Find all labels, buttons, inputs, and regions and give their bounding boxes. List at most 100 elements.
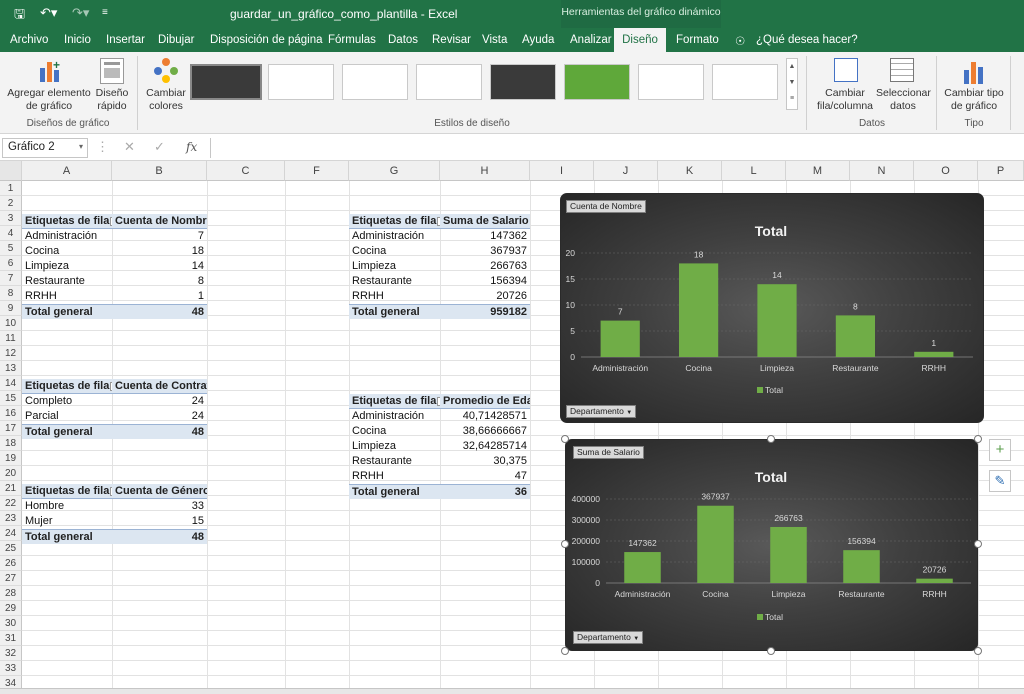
- col-header-k[interactable]: K: [658, 161, 722, 181]
- style-thumb-2[interactable]: [268, 64, 334, 100]
- pivot-chart-count[interactable]: Total 0 5 10 15 20 7 Administración 18 Cocina 14 Li…: [560, 193, 984, 423]
- pivot1-value[interactable]: 8: [112, 274, 207, 289]
- col-header-m[interactable]: M: [786, 161, 850, 181]
- pivot1-value[interactable]: 1: [112, 289, 207, 304]
- undo-icon[interactable]: ↶▾: [40, 5, 57, 21]
- pivot1-label[interactable]: Cocina: [22, 244, 112, 259]
- row-header[interactable]: 20: [0, 466, 22, 481]
- pivot1-label[interactable]: Restaurante: [22, 274, 112, 289]
- row-header[interactable]: 24: [0, 526, 22, 541]
- pivot5-header-value[interactable]: Promedio de Edad: [440, 394, 530, 409]
- quick-layout-button[interactable]: Diseño rápido: [92, 87, 132, 113]
- col-header-h[interactable]: H: [440, 161, 530, 181]
- row-header[interactable]: 9: [0, 301, 22, 316]
- tab-formulas[interactable]: Fórmulas: [328, 34, 376, 46]
- pivot3-label[interactable]: Hombre: [22, 499, 112, 514]
- pivot2-label[interactable]: Completo: [22, 394, 112, 409]
- pivot5-label[interactable]: Restaurante: [349, 454, 440, 469]
- pivot2-total[interactable]: 48: [112, 424, 207, 439]
- resize-handle[interactable]: [561, 540, 569, 548]
- pivot3-total[interactable]: 48: [112, 529, 207, 544]
- row-header[interactable]: 27: [0, 571, 22, 586]
- row-header[interactable]: 26: [0, 556, 22, 571]
- change-chart-type-button[interactable]: Cambiar tipo de gráfico: [940, 87, 1008, 113]
- row-header[interactable]: 10: [0, 316, 22, 331]
- col-header-p[interactable]: P: [978, 161, 1024, 181]
- switch-row-column-button[interactable]: Cambiar fila/columna: [812, 87, 878, 113]
- pivot2-total-label[interactable]: Total general: [22, 424, 112, 439]
- add-chart-element-button[interactable]: Agregar elemento de gráfico: [4, 87, 94, 113]
- tab-disposicion[interactable]: Disposición de página: [210, 34, 323, 46]
- color-palette-icon[interactable]: [154, 58, 178, 84]
- resize-handle[interactable]: [561, 647, 569, 655]
- col-header-j[interactable]: J: [594, 161, 658, 181]
- row-header[interactable]: 2: [0, 196, 22, 211]
- row-header[interactable]: 28: [0, 586, 22, 601]
- insert-function-icon[interactable]: fx: [186, 140, 197, 154]
- pivot4-total-label[interactable]: Total general: [349, 304, 440, 319]
- pivot1-value[interactable]: 14: [112, 259, 207, 274]
- axis-field-button[interactable]: Departamento ▼: [573, 631, 644, 644]
- col-header-a[interactable]: A: [22, 161, 112, 181]
- pivot2-value[interactable]: 24: [112, 394, 207, 409]
- row-header[interactable]: 32: [0, 646, 22, 661]
- row-header[interactable]: 29: [0, 601, 22, 616]
- row-header[interactable]: 12: [0, 346, 22, 361]
- pivot3-header-value[interactable]: Cuenta de Género: [112, 484, 207, 499]
- resize-handle[interactable]: [767, 435, 775, 443]
- tab-insertar[interactable]: Insertar: [106, 34, 145, 46]
- style-thumb-7[interactable]: [638, 64, 704, 100]
- brush-icon[interactable]: ✎: [989, 470, 1011, 492]
- change-colors-button[interactable]: Cambiar colores: [142, 87, 190, 113]
- row-header[interactable]: 33: [0, 661, 22, 676]
- gallery-scroll[interactable]: ▲ ▼ ≡: [786, 58, 798, 110]
- pivot5-value[interactable]: 47: [440, 469, 530, 484]
- resize-handle[interactable]: [974, 540, 982, 548]
- select-data-button[interactable]: Seleccionar datos: [876, 87, 931, 113]
- row-header[interactable]: 5: [0, 241, 22, 256]
- pivot5-value[interactable]: 38,66666667: [440, 424, 530, 439]
- row-header[interactable]: 30: [0, 616, 22, 631]
- tab-datos[interactable]: Datos: [388, 34, 418, 46]
- pivot5-value[interactable]: 40,71428571: [440, 409, 530, 424]
- pivot5-total[interactable]: 36: [440, 484, 530, 499]
- enter-icon[interactable]: ✓: [154, 139, 165, 155]
- pivot2-header-value[interactable]: Cuenta de Contrato: [112, 379, 207, 394]
- resize-handle[interactable]: [767, 647, 775, 655]
- tab-inicio[interactable]: Inicio: [64, 34, 91, 46]
- select-all-corner[interactable]: [0, 161, 22, 181]
- pivot4-label[interactable]: Administración: [349, 229, 440, 244]
- axis-field-button[interactable]: Departamento ▼: [566, 405, 637, 418]
- pivot4-value[interactable]: 147362: [440, 229, 530, 244]
- switch-row-column-icon[interactable]: [834, 58, 858, 82]
- chart-field-button[interactable]: Suma de Salario: [573, 446, 644, 459]
- pivot1-header-rows[interactable]: Etiquetas de fila▼: [22, 214, 112, 229]
- resize-handle[interactable]: [974, 435, 982, 443]
- pivot5-label[interactable]: Cocina: [349, 424, 440, 439]
- select-data-icon[interactable]: [890, 58, 914, 82]
- redo-icon[interactable]: ↷▾: [72, 5, 89, 21]
- pivot5-label[interactable]: Limpieza: [349, 439, 440, 454]
- tab-formato[interactable]: Formato: [676, 34, 719, 46]
- save-icon[interactable]: 🖫: [14, 5, 25, 27]
- tab-vista[interactable]: Vista: [482, 34, 507, 46]
- row-header[interactable]: 31: [0, 631, 22, 646]
- resize-handle[interactable]: [561, 435, 569, 443]
- row-header[interactable]: 8: [0, 286, 22, 301]
- pivot1-label[interactable]: Limpieza: [22, 259, 112, 274]
- style-thumb-4[interactable]: [416, 64, 482, 100]
- customize-toolbar-icon[interactable]: ≡: [102, 7, 108, 18]
- pivot2-header-rows[interactable]: Etiquetas de fila▼: [22, 379, 112, 394]
- row-header[interactable]: 6: [0, 256, 22, 271]
- tab-ayuda[interactable]: Ayuda: [522, 34, 554, 46]
- change-chart-type-icon[interactable]: [962, 58, 986, 84]
- plus-icon[interactable]: +: [989, 439, 1011, 461]
- pivot2-label[interactable]: Parcial: [22, 409, 112, 424]
- col-header-f[interactable]: F: [285, 161, 349, 181]
- pivot4-header-value[interactable]: Suma de Salario: [440, 214, 530, 229]
- row-header[interactable]: 14: [0, 376, 22, 391]
- pivot1-value[interactable]: 18: [112, 244, 207, 259]
- style-thumb-1[interactable]: [190, 64, 262, 100]
- pivot3-value[interactable]: 33: [112, 499, 207, 514]
- pivot5-total-label[interactable]: Total general: [349, 484, 440, 499]
